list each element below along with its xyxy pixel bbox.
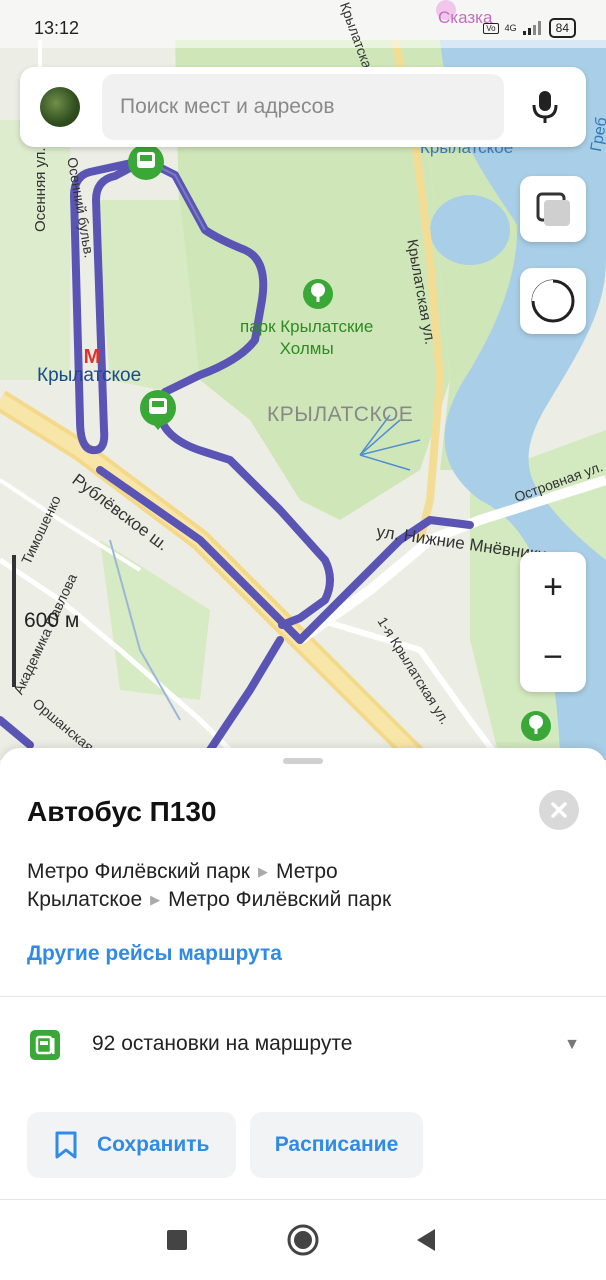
caret-down-icon[interactable]: ▼ — [564, 1036, 580, 1054]
route-stop-3: Метро Филёвский парк — [168, 888, 392, 911]
home-button[interactable] — [286, 1223, 320, 1257]
microphone-icon[interactable] — [530, 89, 560, 125]
avatar[interactable] — [40, 87, 80, 127]
compass-button[interactable] — [520, 268, 586, 334]
schedule-button[interactable]: Расписание — [250, 1112, 423, 1178]
search-bar — [20, 67, 586, 147]
zoom-in-button[interactable]: + — [520, 552, 586, 622]
stops-row[interactable]: 92 остановки на маршруте ▼ — [0, 1010, 606, 1080]
route-stop-1: Метро Филёвский парк — [27, 860, 250, 883]
scale-bar — [12, 555, 16, 687]
divider — [0, 996, 606, 997]
other-trips-link[interactable]: Другие рейсы маршрута — [27, 942, 282, 966]
battery-indicator: 84 — [548, 18, 576, 38]
status-time: 13:12 — [34, 18, 80, 38]
route-sheet: Автобус П130 Метро Филёвский парк ▶ Метро … — [0, 748, 606, 1200]
layers-button[interactable] — [520, 176, 586, 242]
sheet-handle[interactable] — [283, 758, 323, 764]
arrow-icon: ▶ — [257, 864, 268, 879]
district-label: КРЫЛАТСКОЕ — [267, 403, 414, 426]
schedule-label: Расписание — [274, 1133, 399, 1156]
signal-icon — [522, 21, 541, 35]
route-stops: Метро Филёвский парк ▶ Метро Крылатское ▶ Ме… — [27, 858, 497, 914]
route-title: Автобус П130 — [27, 796, 217, 827]
stops-count: 92 остановки на маршруте — [92, 1032, 353, 1055]
park-label[interactable]: парк Крылатские Холмы — [240, 316, 373, 360]
compass-icon — [531, 279, 575, 323]
system-nav-bar — [0, 1200, 606, 1280]
back-button[interactable] — [415, 1227, 437, 1253]
close-button[interactable] — [539, 790, 579, 830]
network-type: 4G — [504, 23, 517, 33]
search-field[interactable] — [102, 74, 504, 140]
save-label: Сохранить — [97, 1133, 210, 1156]
recents-button[interactable] — [167, 1230, 187, 1250]
zoom-out-button[interactable]: − — [520, 622, 586, 692]
search-input[interactable] — [102, 74, 504, 140]
street-osennyaya: Осенняя ул. — [32, 147, 49, 232]
zoom-control: + − — [520, 552, 586, 692]
metro-station-label[interactable]: Крылатское — [37, 365, 141, 387]
status-icons: Vo 4G 84 — [483, 18, 576, 38]
layers-icon — [536, 192, 570, 226]
volte-icon: Vo — [483, 22, 499, 34]
bus-stop-icon — [30, 1030, 60, 1060]
scale-label: 600 м — [24, 609, 80, 632]
bookmark-icon — [55, 1131, 77, 1159]
arrow-icon: ▶ — [150, 892, 161, 907]
close-icon — [551, 802, 567, 818]
save-button[interactable]: Сохранить — [27, 1112, 236, 1178]
